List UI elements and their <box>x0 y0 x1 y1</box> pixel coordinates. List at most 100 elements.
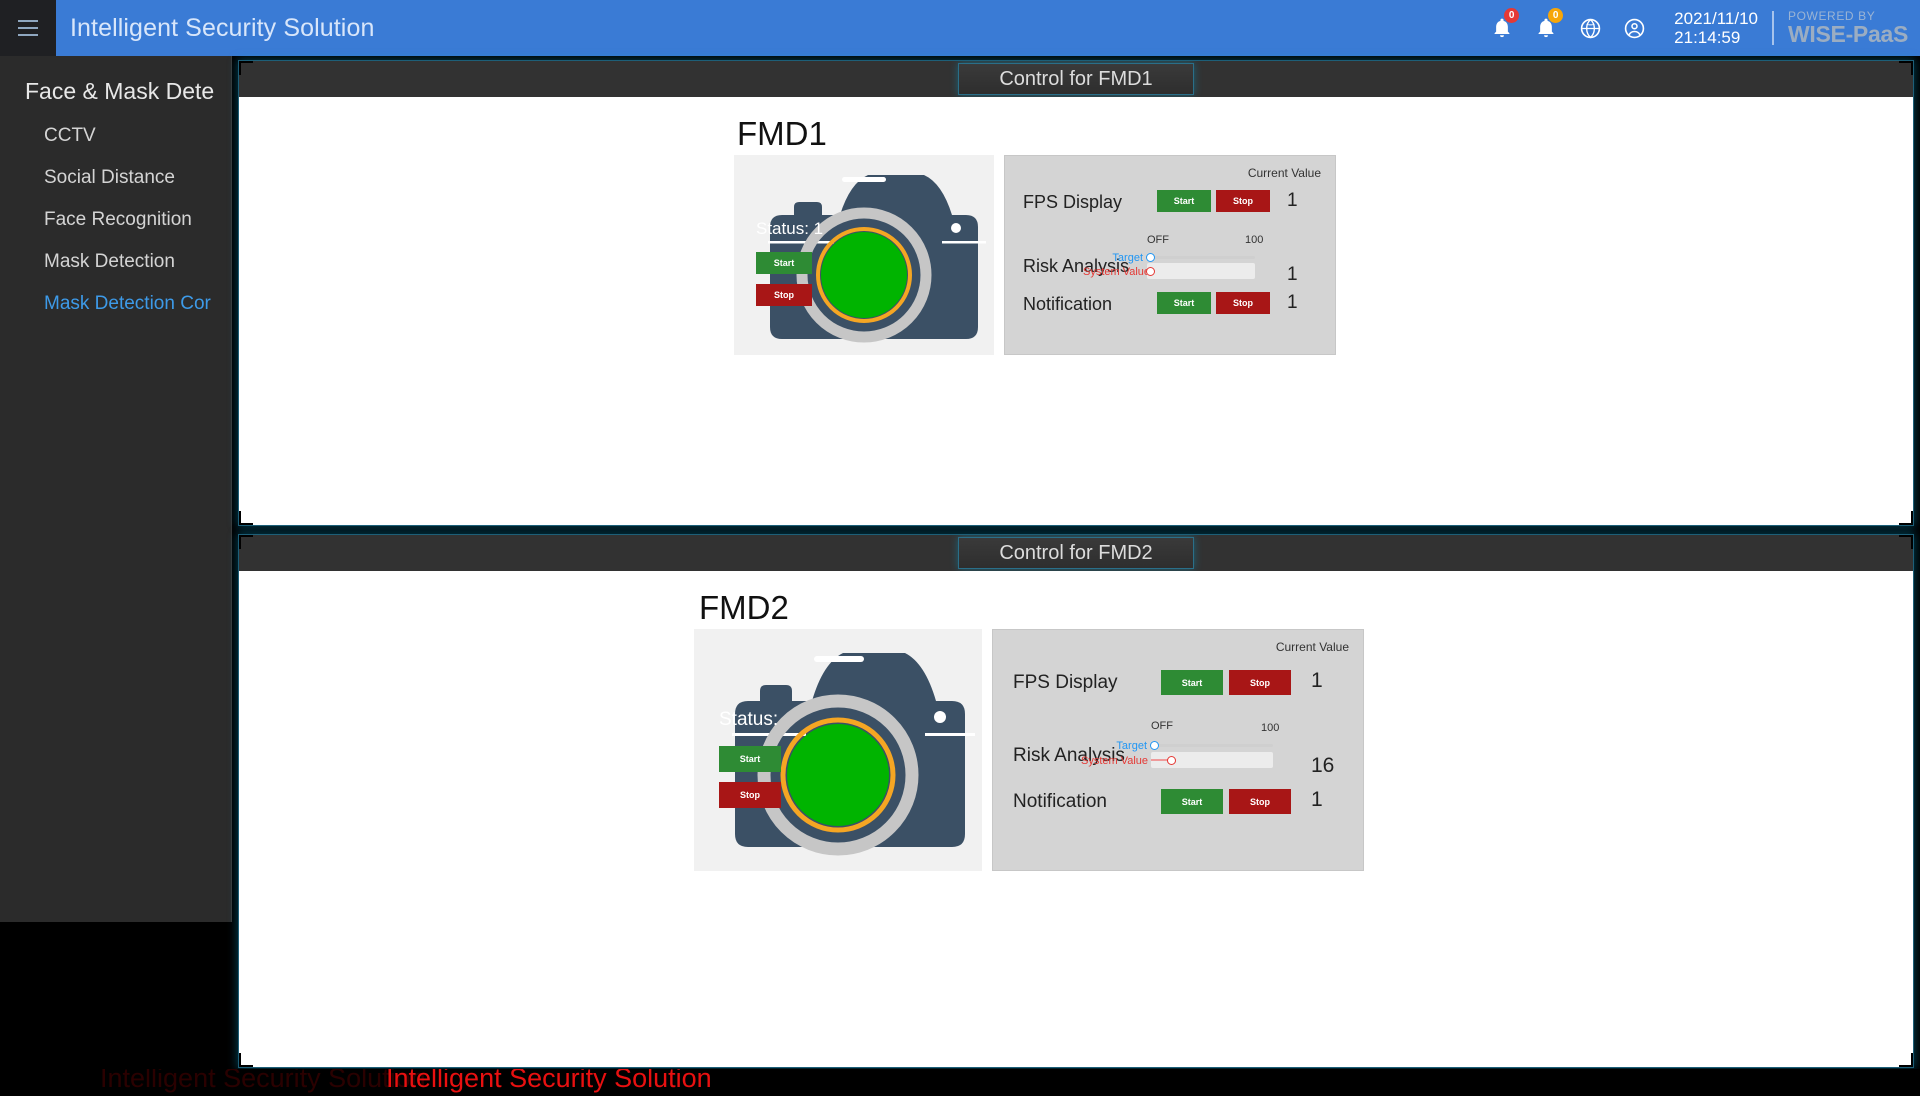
target-slider-track-fmd2[interactable] <box>1150 741 1273 750</box>
target-slider-knob-fmd1[interactable] <box>1146 253 1155 262</box>
current-time: 21:14:59 <box>1674 28 1741 47</box>
target-slider-track-fmd1[interactable] <box>1146 253 1255 262</box>
sidebar-item-mask-detection-control[interactable]: Mask Detection Cor <box>0 283 231 325</box>
notification-badge-count: 0 <box>1548 8 1564 23</box>
page-title: Intelligent Security Solution <box>70 13 375 42</box>
risk-current-value-fmd1: 1 <box>1287 264 1298 285</box>
system-slider-track-fmd1[interactable] <box>1146 263 1255 279</box>
notification-bell-button-2[interactable]: 0 <box>1524 0 1568 56</box>
control-card-fmd1: Current Value FPS Display Start Stop 1 R… <box>1004 155 1336 355</box>
sidebar-group-title: Face & Mask Dete <box>25 78 215 104</box>
slider-min-label-fmd1: OFF <box>1147 234 1169 246</box>
camera-widget-fmd2: Status: Start Stop <box>694 629 982 871</box>
control-row-risk-fmd1: Risk Analysis OFF 100 Target System Valu… <box>1005 234 1335 294</box>
control-row-notification-fmd1: Notification Start Stop 1 <box>1005 286 1335 326</box>
header-actions: 0 0 2021/11/10 21:14:59 POWERED BY WISE-… <box>1480 0 1920 56</box>
main-content: Control for FMD1 FMD1 Status: 1 Start St… <box>232 56 1920 1069</box>
control-row-risk-fmd2: Risk Analysis OFF 100 Target System Valu… <box>993 720 1363 790</box>
risk-slider-group-fmd2: OFF 100 Target System Value <box>1081 720 1303 782</box>
control-label-fps-fmd2: FPS Display <box>1013 672 1118 693</box>
panel-titlebar-fmd2: Control for FMD2 <box>239 535 1913 571</box>
hamburger-icon-line <box>18 20 38 22</box>
panel-body-fmd1: FMD1 Status: 1 Start Stop Current Value … <box>239 97 1913 525</box>
slider-target-label-fmd2: Target <box>1116 740 1147 752</box>
device-heading-fmd2: FMD2 <box>699 589 789 626</box>
system-slider-knob-fmd1[interactable] <box>1146 266 1155 276</box>
slider-system-label-fmd1: System Value <box>1083 266 1151 278</box>
sidebar-item-mask-detection[interactable]: Mask Detection <box>0 241 231 283</box>
sidebar-content: Face & Mask Dete CCTV Social Distance Fa… <box>0 56 231 325</box>
notification-start-button-fmd2[interactable]: Start <box>1161 789 1223 814</box>
menu-toggle-button[interactable] <box>0 0 56 56</box>
risk-slider-group-fmd1: OFF 100 Target System Value <box>1083 234 1285 288</box>
panel-title-fmd2: Control for FMD2 <box>958 537 1194 569</box>
sidebar-item-face-recognition[interactable]: Face Recognition <box>0 199 231 241</box>
current-value-header-fmd2: Current Value <box>1275 640 1349 654</box>
panel-body-fmd2: FMD2 Status: Start Stop Current Value FP… <box>239 571 1913 1067</box>
system-slider-knob-fmd2[interactable] <box>1167 755 1176 765</box>
account-button[interactable] <box>1612 0 1656 56</box>
hamburger-icon-line <box>18 34 38 36</box>
sidebar-nav: Face & Mask Dete CCTV Social Distance Fa… <box>0 56 232 922</box>
camera-status-fmd2: Status: <box>719 709 778 731</box>
slider-system-label-fmd2: System Value <box>1081 755 1149 767</box>
device-heading-fmd1: FMD1 <box>737 115 827 152</box>
header-bar: Intelligent Security Solution 0 0 2021/1… <box>56 0 1920 56</box>
control-card-fmd2: Current Value FPS Display Start Stop 1 R… <box>992 629 1364 871</box>
brand-name: WISE-PaaS <box>1787 21 1908 47</box>
notification-bell-button-1[interactable]: 0 <box>1480 0 1524 56</box>
fps-current-value-fmd1: 1 <box>1287 190 1298 211</box>
control-label-notification-fmd2: Notification <box>1013 791 1107 812</box>
camera-start-button-fmd1[interactable]: Start <box>756 252 812 274</box>
camera-widget-fmd1: Status: 1 Start Stop <box>734 155 994 355</box>
fps-stop-button-fmd1[interactable]: Stop <box>1216 190 1270 212</box>
notification-badge-count: 0 <box>1504 8 1520 23</box>
current-date: 2021/11/10 <box>1674 9 1758 28</box>
panel-titlebar-fmd1: Control for FMD1 <box>239 61 1913 97</box>
fps-start-button-fmd2[interactable]: Start <box>1161 670 1223 695</box>
control-label-fps-fmd1: FPS Display <box>1023 192 1123 212</box>
notification-start-button-fmd1[interactable]: Start <box>1157 292 1211 314</box>
header-divider <box>1771 11 1774 45</box>
camera-start-button-fmd2[interactable]: Start <box>719 746 781 772</box>
notification-stop-button-fmd1[interactable]: Stop <box>1216 292 1270 314</box>
sidebar-item-social-distance[interactable]: Social Distance <box>0 157 231 199</box>
camera-status-label: Status: <box>756 219 809 238</box>
camera-status-value: 1 <box>813 219 824 238</box>
slider-max-label-fmd1: 100 <box>1245 234 1264 246</box>
footer-overlay-strip: Intelligent Security Solution Intelligen… <box>0 1069 1920 1096</box>
panel-fmd2: Control for FMD2 FMD2 Status: Start Stop… <box>238 534 1914 1068</box>
panel-fmd1: Control for FMD1 FMD1 Status: 1 Start St… <box>238 60 1914 526</box>
footer-overlay-text: Intelligent Security Solution <box>386 1069 712 1093</box>
camera-status-fmd1: Status: 1 <box>756 219 823 239</box>
notification-current-value-fmd2: 1 <box>1311 788 1323 811</box>
target-slider-knob-fmd2[interactable] <box>1150 741 1159 750</box>
slider-min-label-fmd2: OFF <box>1151 720 1173 732</box>
camera-status-label: Status: <box>719 709 779 730</box>
sidebar-item-cctv[interactable]: CCTV <box>0 115 231 157</box>
fps-stop-button-fmd2[interactable]: Stop <box>1229 670 1291 695</box>
powered-by-logo: POWERED BY WISE-PaaS <box>1788 10 1908 46</box>
slider-target-label-fmd1: Target <box>1112 252 1143 264</box>
notification-current-value-fmd1: 1 <box>1287 292 1298 313</box>
risk-current-value-fmd2: 16 <box>1311 754 1335 777</box>
camera-stop-button-fmd2[interactable]: Stop <box>719 782 781 808</box>
notification-stop-button-fmd2[interactable]: Stop <box>1229 789 1291 814</box>
panel-title-fmd1: Control for FMD1 <box>958 63 1194 95</box>
slider-max-label-fmd2: 100 <box>1261 722 1280 734</box>
control-row-notification-fmd2: Notification Start Stop 1 <box>993 782 1363 828</box>
hamburger-icon-line <box>18 27 38 29</box>
camera-stop-button-fmd1[interactable]: Stop <box>756 284 812 306</box>
current-value-header-fmd1: Current Value <box>1247 166 1321 180</box>
globe-icon <box>1580 18 1600 38</box>
control-row-fps-fmd2: FPS Display Start Stop 1 <box>993 663 1363 709</box>
fps-start-button-fmd1[interactable]: Start <box>1157 190 1211 212</box>
footer-overlay-ghost-text: Intelligent Security Solution <box>100 1069 426 1093</box>
language-globe-button[interactable] <box>1568 0 1612 56</box>
account-circle-icon <box>1624 18 1644 38</box>
control-row-fps-fmd1: FPS Display Start Stop 1 <box>1005 184 1335 224</box>
control-label-notification-fmd1: Notification <box>1023 294 1113 314</box>
fps-current-value-fmd2: 1 <box>1311 669 1323 692</box>
clock-display: 2021/11/10 21:14:59 <box>1674 9 1758 47</box>
system-slider-track-fmd2[interactable] <box>1151 752 1273 768</box>
